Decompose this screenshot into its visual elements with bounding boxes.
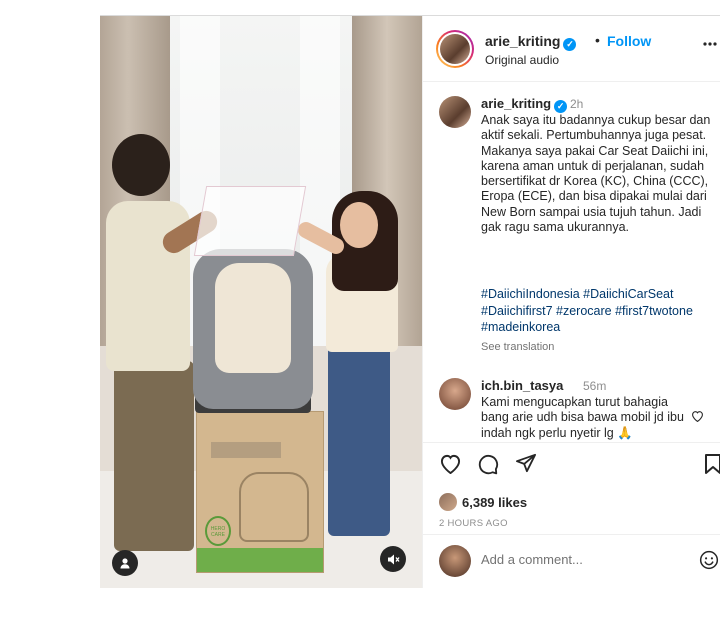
verified-badge-icon: ✓ [563,38,577,51]
caption-text: Anak saya itu badannya cukup besar dan a… [481,113,711,235]
more-icon[interactable] [703,33,717,51]
commenter-avatar[interactable] [439,378,471,410]
woman-figure [340,202,378,248]
comment-input[interactable] [481,552,681,567]
post-caption: arie_kriting ✓ 2h Anak saya itu badannya … [423,82,720,372]
post-header: arie_kriting ✓ • Follow Original audio [423,16,720,82]
product-box: HERO CARE [196,411,324,573]
plastic-wrap [193,186,307,256]
car-seat-cushion [215,263,291,373]
post-video[interactable]: HERO CARE [100,16,422,588]
heart-icon[interactable] [439,453,462,478]
comment-text: Kami mengucapkan turut bahagia bang arie… [481,395,684,440]
liker-avatar [439,493,457,511]
share-icon[interactable] [515,453,537,477]
box-car-seat-drawing [239,472,309,542]
post-timestamp: 2 HOURS AGO [439,518,508,529]
see-translation-link[interactable]: See translation [481,341,554,353]
verified-badge-icon: ✓ [554,100,568,113]
add-comment-bar [423,534,720,588]
audio-label[interactable]: Original audio [485,53,559,67]
current-user-avatar [439,545,471,577]
caption-timestamp: 2h [570,97,584,111]
author-username[interactable]: arie_kriting ✓ [485,33,577,51]
comment-icon[interactable] [477,453,499,479]
box-stripe [197,548,323,572]
emoji-icon[interactable] [699,550,719,575]
likes-count[interactable]: 6,389 likes [439,493,527,511]
woman-figure [328,346,390,536]
box-label [211,442,281,458]
commenter-username[interactable]: ich.bin_tasya [481,378,563,393]
comment-timestamp: 56m [583,379,607,393]
car-seat [193,249,313,409]
follow-button[interactable]: Follow [607,33,651,49]
box-badge-text: HERO CARE [210,526,226,538]
caption-username[interactable]: arie_kriting ✓ [481,96,568,113]
author-avatar[interactable] [436,30,474,68]
bookmark-icon[interactable] [704,453,720,479]
caption-hashtags[interactable]: #DaiichiIndonesia #DaiichiCarSeat #Daiic… [481,286,719,336]
man-figure [112,134,170,196]
post-modal: HERO CARE arie_kriting ✓ • Follow Origina… [100,15,720,588]
separator-dot: • [595,32,600,48]
user-tag-icon[interactable] [112,550,138,576]
post-side-panel: arie_kriting ✓ • Follow Original audio ar… [422,16,720,588]
comment-item: ich.bin_tasya 56m Kami mengucapkan turut… [423,372,720,442]
comment-like-icon[interactable] [691,410,704,425]
mute-icon[interactable] [380,546,406,572]
man-figure [114,361,194,551]
box-badge: HERO CARE [205,516,231,546]
caption-avatar[interactable] [439,96,471,128]
